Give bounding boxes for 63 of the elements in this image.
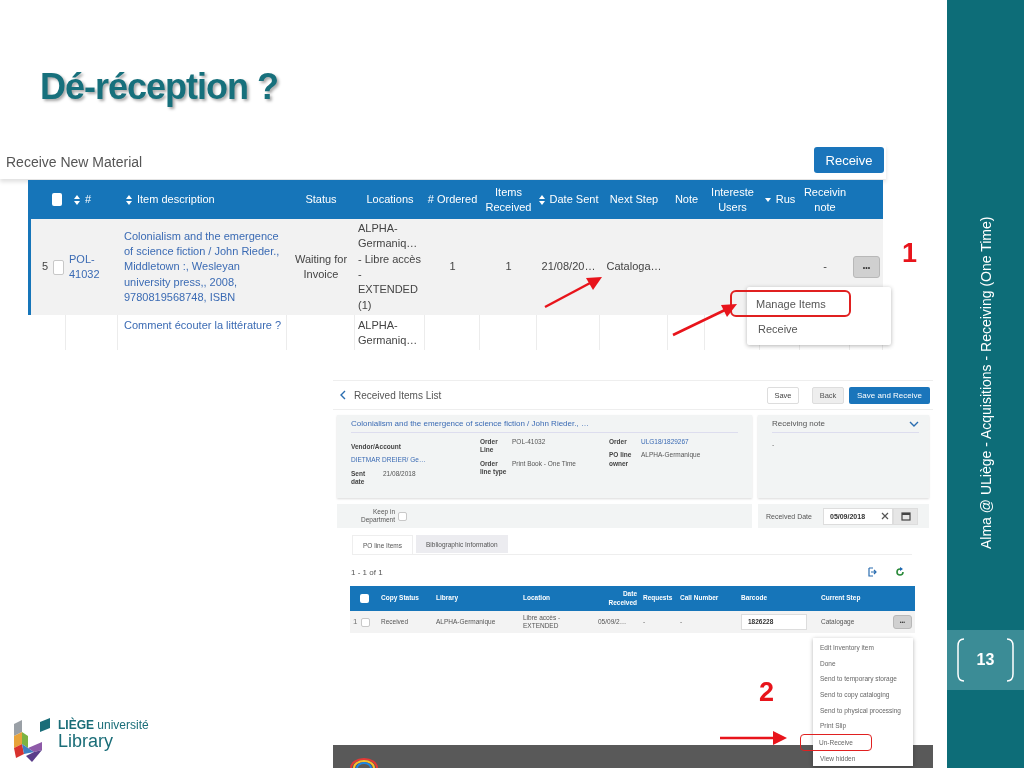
page-title: Received Items List [354,389,442,401]
column-header: Date Sent [549,192,599,207]
column-header: Intereste Users [710,185,755,214]
column-header: Note [674,192,699,207]
receive-button[interactable]: Receive [814,147,884,173]
column-header: Status [305,192,337,207]
table-cell-text: Waiting for Invoice [293,251,349,282]
column-header: Item description [137,192,215,207]
row-checkbox[interactable] [53,259,64,275]
rainbow-arc-icon [349,758,379,768]
chevron-down-icon[interactable] [909,420,919,427]
table-cell: 1 [449,259,456,275]
bracket-icon [1006,638,1015,682]
logo-text: Library [58,732,115,752]
step-number: 1 [902,240,918,267]
table-cell: 1 [505,259,512,275]
save-and-receive-button[interactable]: Save and Receive [849,386,930,404]
column-header: Receivin note [802,185,848,214]
sort-icon[interactable] [538,194,545,205]
clear-icon[interactable] [881,512,889,520]
menu-item[interactable]: Receive [747,317,891,341]
table-cell-text: ALPHA-Germaniq… - Libre accès - EXTENDED (1) [358,220,422,313]
menu-item[interactable]: Manage Items [730,290,851,317]
table-cell: 21/08/20… [541,259,596,275]
calendar-button[interactable] [893,507,918,525]
keep-checkbox[interactable] [398,511,407,521]
arrow [672,304,737,337]
column-header: Next Step [609,192,659,207]
column-header: Rus [775,192,796,207]
caret-down-icon[interactable] [764,197,771,202]
select-all-checkbox[interactable] [359,594,369,603]
column-header: # Ordered [427,192,478,207]
calendar-icon [900,511,911,521]
row-number: 1 [353,617,358,627]
table-cell-text: ALPHA-Germaniq… [358,318,419,349]
page-number: 13 [976,651,995,669]
table-cell: - [823,259,827,275]
column-header: Items Received [484,185,533,214]
column-header: # [85,192,92,207]
table-link[interactable]: POL-41032 [69,251,115,283]
refresh-icon[interactable] [895,567,905,577]
column-header: Locations [366,192,414,207]
bracket-icon [956,638,965,682]
logo-text: LIÈGE université [58,718,149,732]
sort-icon[interactable] [126,194,132,205]
page-title: Receive New Material [6,154,143,170]
result-count: 1 - 1 of 1 [351,567,383,577]
table-link[interactable]: Colonialism and the emergence of science fiction / John Rieder., Middletown :, Wesleyan university press,, 2008, 9780819568748, ISBN [124,228,284,306]
back-icon[interactable] [340,390,346,400]
row-checkbox[interactable] [361,617,371,627]
item-title-link[interactable]: Colonialism and the emergence of science fiction / John Rieder., … [351,419,738,433]
row-number: 5 [41,259,48,275]
table-cell: Cataloga… [606,259,662,275]
export-icon[interactable] [867,567,877,577]
note-label: Receiving note [772,419,825,428]
sort-icon[interactable] [74,194,80,205]
step-number: 2 [759,679,775,706]
table-link[interactable]: Comment écouter la littérature ? [124,318,282,334]
select-all-checkbox[interactable] [52,193,62,206]
arrow [544,277,602,309]
sidebar-text: Alma @ ULiège - Acquisitions - Receiving (One Time) [977,215,994,552]
slide-title: Dé-réception ? [40,66,279,108]
arrow [720,731,787,745]
